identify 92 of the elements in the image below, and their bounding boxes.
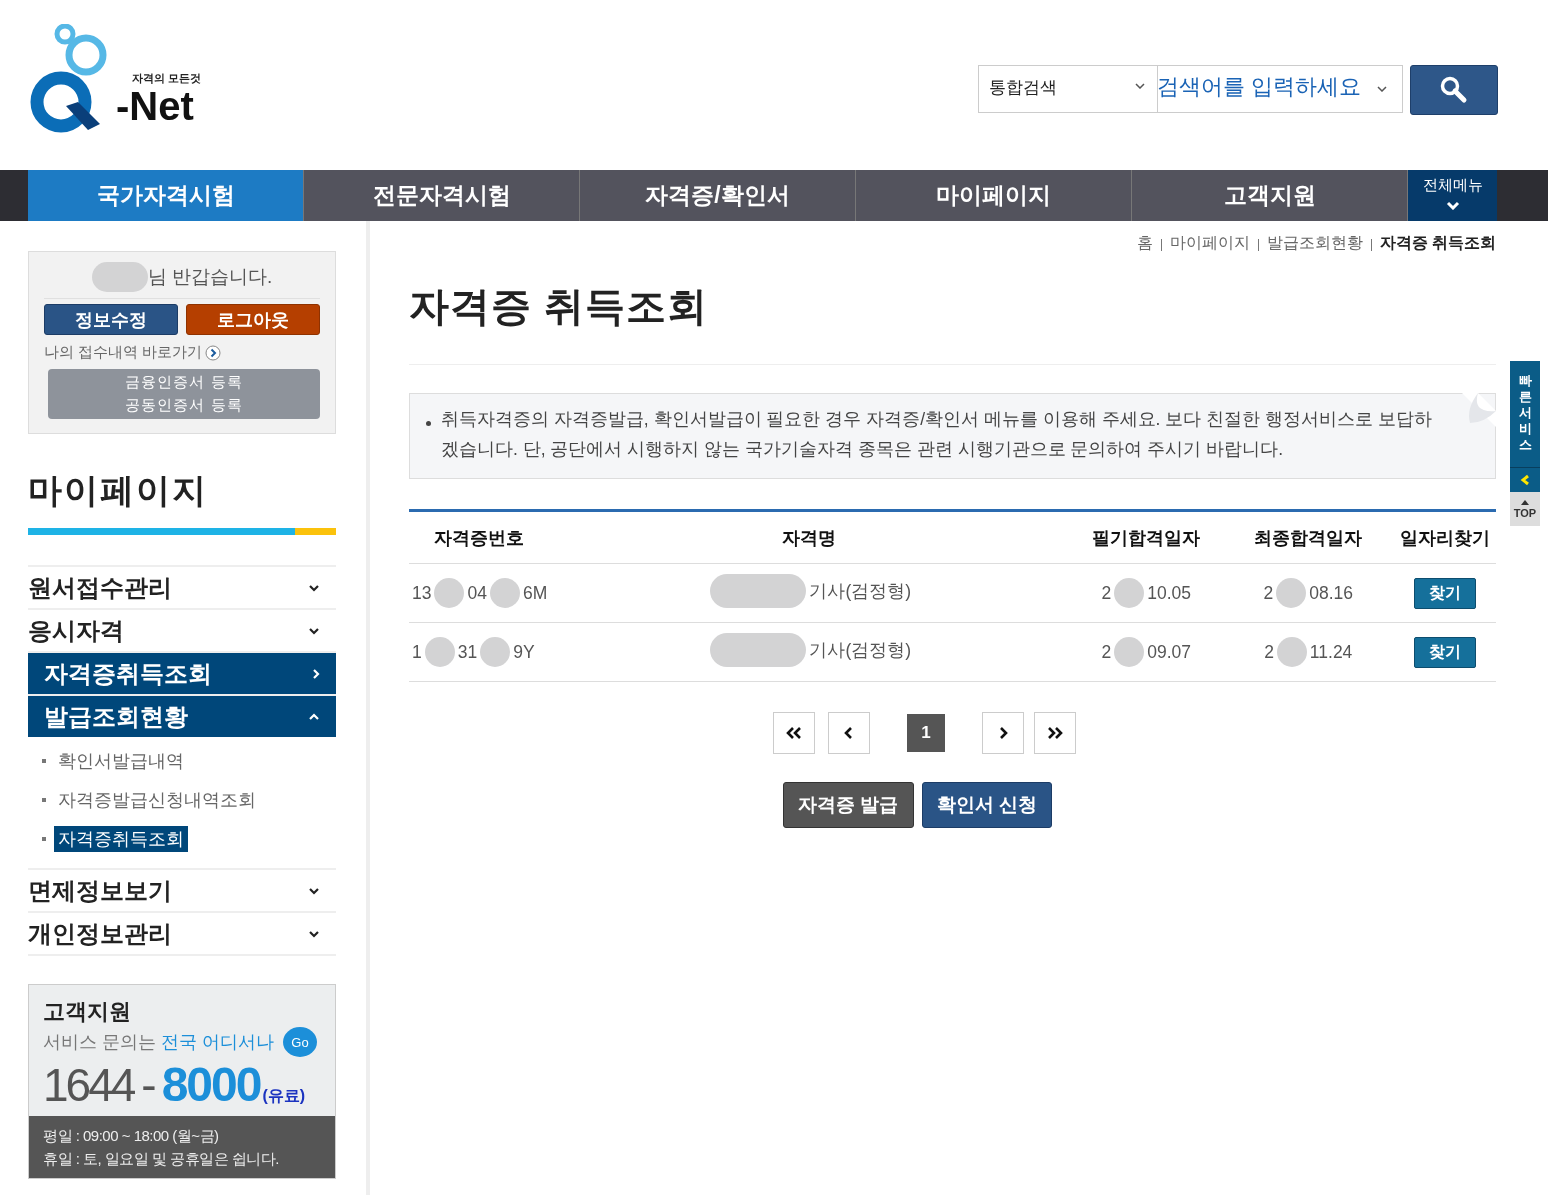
chevron-down-icon <box>308 626 320 635</box>
chevron-down-icon <box>308 886 320 895</box>
support-text: 서비스 문의는 <box>43 1031 156 1054</box>
redaction-blob <box>1276 637 1307 667</box>
logo-wordmark: -Net <box>116 86 195 126</box>
phone-prefix: 1644 <box>43 1058 134 1112</box>
submenu-item[interactable]: 확인서발급내역 <box>54 747 188 774</box>
chevron-down-icon <box>1377 86 1387 92</box>
table-cell: 2 08.16 <box>1263 578 1353 608</box>
redaction-blob <box>434 578 465 608</box>
apply-button[interactable]: 확인서 신청 <box>921 782 1052 828</box>
last-page-button[interactable] <box>1034 712 1076 754</box>
column-header: 자격증번호 <box>409 510 549 564</box>
hours-text: 평일 : 09:00 ~ 18:00 (월~금) <box>43 1126 220 1146</box>
column-header: 최종합격일자 <box>1222 510 1395 564</box>
table-cell: 1 31 9Y <box>412 637 535 667</box>
edit-info-button[interactable]: 정보수정 <box>44 304 178 335</box>
column-header: 필기합격일자 <box>1070 510 1223 564</box>
table-cell: 13 04 6M <box>412 578 548 608</box>
double-chevron-left-icon <box>785 726 803 740</box>
chevron-down-icon <box>308 583 320 592</box>
find-button[interactable]: 찾기 <box>1414 636 1477 668</box>
support-highlight: 전국 어디서나 <box>160 1031 274 1054</box>
chevron-down-icon <box>1445 201 1460 210</box>
submenu-item[interactable]: 자격증발급신청내역조회 <box>54 786 260 813</box>
arrow-circle-icon <box>205 344 222 361</box>
page-title: 자격증 취득조회 <box>409 279 1496 365</box>
redaction-blob <box>1114 578 1145 608</box>
redaction-blob <box>480 637 511 667</box>
quick-service-tab[interactable]: 빠른서비스 <box>1510 361 1540 468</box>
up-triangle-icon <box>1521 499 1529 505</box>
table-cell-text: 기사(검정형) <box>809 638 912 662</box>
redaction-blob <box>489 578 520 608</box>
chevron-up-icon <box>308 712 320 721</box>
redaction-blob <box>1114 637 1145 667</box>
top-button[interactable]: TOP <box>1510 492 1540 526</box>
chevron-right-icon <box>312 667 320 680</box>
sidebar-item[interactable]: 원서접수관리 <box>28 567 336 608</box>
go-badge[interactable]: Go <box>283 1027 317 1057</box>
chevron-right-icon <box>998 726 1008 740</box>
hours-text: 휴일 : 토, 일요일 및 공휴일은 쉽니다. <box>43 1149 280 1169</box>
paid-note: (유료) <box>262 1086 306 1106</box>
nav-tab[interactable]: 자격증/확인서 <box>580 170 856 221</box>
double-chevron-right-icon <box>1046 726 1064 740</box>
phone-number: 8000 <box>161 1057 261 1112</box>
page-button[interactable]: 1 <box>907 714 945 752</box>
table-cell-text: 기사(검정형) <box>809 579 912 603</box>
table-cell: 2 09.07 <box>1101 637 1191 667</box>
sidebar-title: 마이페이지 <box>28 470 209 510</box>
redaction-blob <box>1276 578 1307 608</box>
notice-text: 취득자격증의 자격증발급, 확인서발급이 필요한 경우 자격증/확인서 메뉴를 이용해 주세요. 보다 친절한 행정서비스로 보답하겠습니다. 단, 공단에서 시행하지 않는 국가기술자격 종목은 관련 시행기관으로 문의하여 주시기 바랍니다. <box>441 408 1433 461</box>
greeting-text: 님 반갑습니다. <box>147 265 273 289</box>
breadcrumb-link[interactable]: 자격증 취득조회 <box>1379 232 1496 254</box>
column-header: 일자리찾기 <box>1394 510 1496 564</box>
collapse-button[interactable] <box>1510 468 1540 492</box>
shortcut-link[interactable]: 나의 접수내역 바로가기 <box>44 343 320 362</box>
nav-tab[interactable]: 전문자격시험 <box>304 170 580 221</box>
table-cell: 2 11.24 <box>1264 637 1353 667</box>
sidebar-item[interactable]: 자격증취득조회 <box>28 653 336 694</box>
previous-page-button[interactable] <box>828 712 870 754</box>
column-header: 자격명 <box>548 510 1071 564</box>
chevron-left-icon <box>844 726 854 740</box>
nav-tab[interactable]: 국가자격시험 <box>28 170 304 221</box>
logout-button[interactable]: 로그아웃 <box>186 304 320 335</box>
issue-button[interactable]: 자격증 발급 <box>783 782 914 828</box>
chevron-down-icon <box>1135 83 1145 89</box>
chevron-down-icon <box>308 929 320 938</box>
sidebar-item[interactable]: 개인정보관리 <box>28 913 336 954</box>
search-icon <box>1439 75 1469 105</box>
chevron-left-icon <box>1520 474 1530 486</box>
search-scope-select[interactable]: 통합검색 <box>978 65 1158 113</box>
phone-dash: - <box>141 1058 154 1112</box>
support-title: 고객지원 <box>43 998 132 1026</box>
all-menu-button[interactable]: 전체메뉴 <box>1408 170 1497 221</box>
search-button[interactable] <box>1410 65 1498 115</box>
breadcrumb-link[interactable]: 발급조회현황 <box>1266 232 1363 254</box>
redaction-blob <box>424 637 455 667</box>
next-page-button[interactable] <box>982 712 1024 754</box>
nav-tab[interactable]: 고객지원 <box>1132 170 1408 221</box>
nav-tab[interactable]: 마이페이지 <box>856 170 1132 221</box>
search-field[interactable]: 검색어를 입력하세요 <box>1157 65 1403 113</box>
table-cell: 2 10.05 <box>1101 578 1191 608</box>
sidebar-item[interactable]: 발급조회현황 <box>28 696 336 737</box>
first-page-button[interactable] <box>773 712 815 754</box>
logo-tagline: 자격의 모든것 <box>132 71 202 86</box>
sidebar-item[interactable]: 응시자격 <box>28 610 336 651</box>
redaction-blob <box>91 262 148 292</box>
submenu-item[interactable]: 자격증취득조회 <box>54 825 188 852</box>
breadcrumb-link[interactable]: 마이페이지 <box>1169 232 1250 254</box>
sidebar-item[interactable]: 면제정보보기 <box>28 870 336 911</box>
breadcrumb-link[interactable]: 홈 <box>1136 232 1153 254</box>
find-button[interactable]: 찾기 <box>1414 577 1477 609</box>
